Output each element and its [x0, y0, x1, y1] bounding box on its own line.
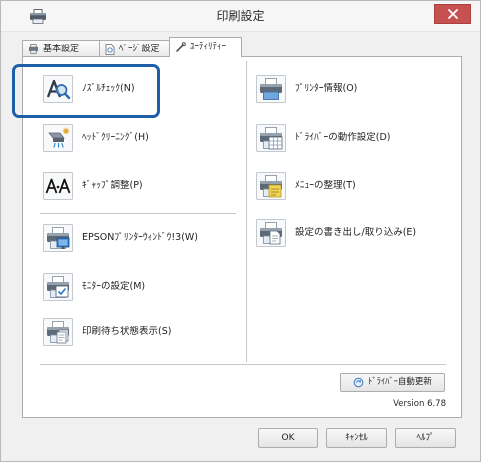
monitor-settings-label: ﾓﾆﾀｰの設定(M) [82, 281, 146, 292]
nozzle-check-label: ﾉｽﾞﾙﾁｪｯｸ(N) [82, 83, 135, 94]
gap-adjustment-label: ｷﾞｬｯﾌﾟ調整(P) [82, 180, 143, 191]
export-import-button[interactable]: 設定の書き出し/取り込み(E) [256, 219, 458, 247]
menu-arrange-icon [256, 172, 286, 200]
print-queue-label: 印刷待ち状態表示(S) [82, 326, 172, 337]
status-monitor-label: EPSONﾌﾟﾘﾝﾀｰｳｨﾝﾄﾞｳ!3(W) [82, 232, 199, 243]
monitor-settings-icon [43, 273, 73, 301]
head-cleaning-label: ﾍｯﾄﾞｸﾘｰﾆﾝｸﾞ(H) [82, 132, 149, 143]
head-cleaning-icon [43, 124, 73, 152]
monitor-settings-button[interactable]: ﾓﾆﾀｰの設定(M) [43, 273, 243, 301]
print-settings-dialog: 印刷設定 基本設定 ﾍﾟｰｼﾞ設定 ﾕｰﾃｨﾘﾃｨｰ ﾉｽﾞﾙﾁｪｯｸ(N) ﾍ… [0, 0, 481, 462]
menu-arrange-button[interactable]: ﾒﾆｭｰの整理(T) [256, 172, 458, 200]
bottom-separator [40, 364, 446, 366]
printer-info-label: ﾌﾟﾘﾝﾀｰ情報(O) [295, 83, 358, 94]
nozzle-check-button[interactable]: ﾉｽﾞﾙﾁｪｯｸ(N) [43, 75, 243, 103]
head-cleaning-button[interactable]: ﾍｯﾄﾞｸﾘｰﾆﾝｸﾞ(H) [43, 124, 243, 152]
ok-button[interactable]: OK [258, 428, 318, 448]
printer-info-button[interactable]: ﾌﾟﾘﾝﾀｰ情報(O) [256, 75, 458, 103]
column-divider [246, 61, 248, 362]
print-queue-icon [43, 318, 73, 346]
title-bar: 印刷設定 [0, 0, 481, 32]
export-import-label: 設定の書き出し/取り込み(E) [295, 227, 417, 238]
tab-label: ﾕｰﾃｨﾘﾃｨｰ [190, 42, 227, 52]
close-icon [447, 9, 458, 19]
utility-panel: ﾉｽﾞﾙﾁｪｯｸ(N) ﾍｯﾄﾞｸﾘｰﾆﾝｸﾞ(H) ｷﾞｬｯﾌﾟ調整(P) E… [22, 56, 462, 418]
status-monitor-button[interactable]: EPSONﾌﾟﾘﾝﾀｰｳｨﾝﾄﾞｳ!3(W) [43, 224, 243, 252]
nozzle-check-icon [43, 75, 73, 103]
update-icon [353, 377, 364, 388]
help-button[interactable]: ﾍﾙﾌﾟ [395, 428, 456, 448]
driver-settings-icon [256, 124, 286, 152]
menu-arrange-label: ﾒﾆｭｰの整理(T) [295, 180, 356, 191]
tab-basic-settings[interactable]: 基本設定 [22, 40, 100, 57]
close-button[interactable] [434, 4, 471, 24]
basic-settings-icon [28, 44, 39, 54]
tab-label: 基本設定 [43, 43, 80, 54]
tab-label: ﾍﾟｰｼﾞ設定 [119, 43, 160, 54]
cancel-button[interactable]: ｷｬﾝｾﾙ [326, 428, 387, 448]
page-setup-icon [105, 43, 115, 55]
utility-icon [176, 42, 186, 52]
driver-auto-update-label: ﾄﾞﾗｲﾊﾞｰ自動更新 [368, 377, 432, 387]
gap-adjustment-button[interactable]: ｷﾞｬｯﾌﾟ調整(P) [43, 172, 243, 200]
gap-adjustment-icon [43, 172, 73, 200]
print-queue-button[interactable]: 印刷待ち状態表示(S) [43, 318, 243, 346]
driver-auto-update-button[interactable]: ﾄﾞﾗｲﾊﾞｰ自動更新 [340, 373, 445, 392]
version-label: Version 6.78 [393, 399, 446, 409]
tab-utility[interactable]: ﾕｰﾃｨﾘﾃｨｰ [169, 37, 242, 57]
status-monitor-icon [43, 224, 73, 252]
printer-icon [30, 9, 46, 24]
left-separator [40, 213, 236, 215]
export-import-icon [256, 219, 286, 247]
driver-settings-label: ﾄﾞﾗｲﾊﾞｰの動作設定(D) [295, 132, 391, 143]
driver-settings-button[interactable]: ﾄﾞﾗｲﾊﾞｰの動作設定(D) [256, 124, 458, 152]
tab-page-setup[interactable]: ﾍﾟｰｼﾞ設定 [99, 40, 170, 57]
printer-info-icon [256, 75, 286, 103]
window-title: 印刷設定 [216, 9, 265, 23]
